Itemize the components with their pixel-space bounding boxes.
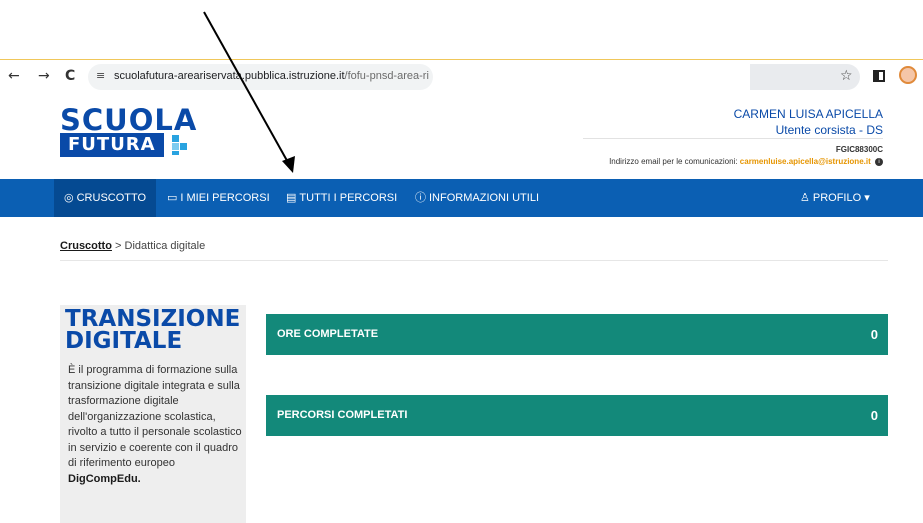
page: ← → C ≡ scuolafutura-areariservata.pubbl…	[0, 0, 923, 523]
annotation-arrow-icon	[203, 11, 295, 173]
